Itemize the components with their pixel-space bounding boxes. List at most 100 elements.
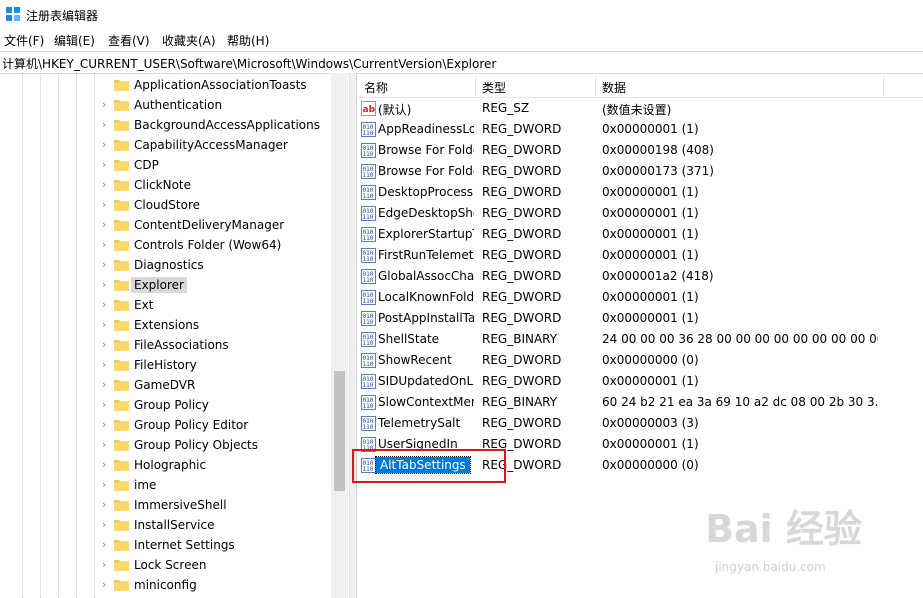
chevron-right-icon[interactable]: › [102,219,112,231]
tree-item[interactable]: › Explorer [0,275,330,295]
column-header-data[interactable]: 数据 [602,79,626,96]
tree-item[interactable]: › CapabilityAccessManager [0,135,330,155]
menu-favorites[interactable]: 收藏夹(A) [162,32,216,49]
chevron-right-icon[interactable]: › [102,319,112,331]
value-row[interactable]: 010110EdgeDesktopShortcutCreated REG_DWOR… [356,203,923,224]
menu-edit[interactable]: 编辑(E) [54,32,95,49]
folder-icon [114,300,129,311]
value-data: 0x00000001 (1) [602,311,699,325]
value-type: REG_BINARY [482,395,558,409]
tree-item[interactable]: › ClickNote [0,175,330,195]
column-header-type[interactable]: 类型 [482,79,506,96]
chevron-right-icon[interactable]: › [102,519,112,531]
tree-item[interactable]: › Controls Folder (Wow64) [0,235,330,255]
tree-scrollbar[interactable] [331,73,348,598]
tree-item[interactable]: › Internet Settings [0,535,330,555]
value-row[interactable]: 010110SIDUpdatedOnLibraries REG_DWORD 0x00… [356,371,923,392]
folder-icon [114,280,129,291]
value-row[interactable]: 010 110 ShowRecent REG_DWORD 0x00000000 (0) [356,350,923,371]
chevron-right-icon[interactable]: › [102,179,112,191]
menu-view[interactable]: 查看(V) [108,32,150,49]
tree-item[interactable]: › ime [0,475,330,495]
folder-icon [114,460,129,471]
value-row[interactable]: 010110PostAppInstallTasksCompleted REG_DW… [356,308,923,329]
value-row[interactable]: 010110Browse For Folder Height REG_DWORD 0… [356,140,923,161]
tree-item[interactable]: › Extensions [0,315,330,335]
column-separator[interactable] [595,75,596,95]
address-bar[interactable]: 计算机\HKEY_CURRENT_USER\Software\Microsoft… [0,51,923,74]
value-row[interactable]: 010110LocalKnownFoldersMigrated REG_DWORD… [356,287,923,308]
tree-item-label: InstallService [134,518,215,532]
chevron-right-icon[interactable]: › [102,539,112,551]
tree-item[interactable]: › Diagnostics [0,255,330,275]
value-row[interactable]: 010110Browse For Folder Width REG_DWORD 0x… [356,161,923,182]
value-name: GlobalAssocChangedCounter [378,269,474,283]
value-type: REG_DWORD [482,185,562,199]
list-header: 名称 类型 数据 [356,73,923,98]
chevron-right-icon[interactable]: › [102,339,112,351]
value-row[interactable]: 010 110 TelemetrySalt REG_DWORD 0x00000003 (… [356,413,923,434]
tree-item[interactable]: › FileAssociations [0,335,330,355]
address-path[interactable]: 计算机\HKEY_CURRENT_USER\Software\Microsoft… [2,55,496,72]
folder-icon [114,540,129,551]
value-type: REG_DWORD [482,248,562,262]
tree-item[interactable]: › Ext [0,295,330,315]
chevron-right-icon[interactable]: › [102,419,112,431]
value-row[interactable]: ab (默认) REG_SZ (数值未设置) [356,98,923,119]
column-header-name[interactable]: 名称 [364,79,388,96]
tree-item[interactable]: › BackgroundAccessApplications [0,115,330,135]
tree-item[interactable]: › Group Policy Editor [0,415,330,435]
tree-item[interactable]: › Group Policy [0,395,330,415]
value-row[interactable]: 010110AppReadinessLogonComplete REG_DWORD… [356,119,923,140]
tree-item[interactable]: › CloudStore [0,195,330,215]
tree-item[interactable]: › Lock Screen [0,555,330,575]
binary-value-icon: 010110 [361,395,376,410]
chevron-right-icon[interactable]: › [102,479,112,491]
chevron-right-icon[interactable]: › [102,299,112,311]
column-separator[interactable] [883,75,884,95]
chevron-right-icon[interactable]: › [102,559,112,571]
chevron-right-icon[interactable]: › [102,399,112,411]
tree-item[interactable]: › GameDVR [0,375,330,395]
svg-text:110: 110 [363,403,374,410]
tree-item[interactable]: › FileHistory [0,355,330,375]
value-row[interactable]: 010 110 ShellState REG_BINARY 24 00 00 00 36… [356,329,923,350]
value-row[interactable]: 010 110 DesktopProcess REG_DWORD 0x00000001 … [356,182,923,203]
chevron-right-icon[interactable]: › [102,139,112,151]
tree-item[interactable]: › InstallService [0,515,330,535]
chevron-right-icon[interactable]: › [102,379,112,391]
chevron-right-icon[interactable]: › [102,439,112,451]
tree-item[interactable]: › CDP [0,155,330,175]
tree-item[interactable]: › ImmersiveShell [0,495,330,515]
chevron-right-icon[interactable]: › [102,499,112,511]
value-row[interactable]: 010110GlobalAssocChangedCounter REG_DWORD… [356,266,923,287]
chevron-right-icon[interactable]: › [102,99,112,111]
chevron-right-icon[interactable]: › [102,459,112,471]
chevron-right-icon[interactable]: › [102,359,112,371]
value-name: TelemetrySalt [378,416,461,430]
tree-item[interactable]: › miniconfig [0,575,330,595]
chevron-right-icon[interactable]: › [102,579,112,591]
tree-item-label: Extensions [134,318,200,332]
column-separator[interactable] [475,75,476,95]
tree-item[interactable]: › ContentDeliveryManager [0,215,330,235]
tree-item[interactable]: › Group Policy Objects [0,435,330,455]
tree-item[interactable]: ApplicationAssociationToasts [0,75,330,95]
chevron-right-icon[interactable]: › [102,119,112,131]
chevron-right-icon[interactable]: › [102,239,112,251]
value-row[interactable]: 010110SlowContextMenuEntries REG_BINARY 60… [356,392,923,413]
chevron-right-icon[interactable]: › [102,159,112,171]
menu-file[interactable]: 文件(F) [4,32,44,49]
tree-item[interactable]: › Holographic [0,455,330,475]
menu-help[interactable]: 帮助(H) [227,32,269,49]
tree-item[interactable]: › Authentication [0,95,330,115]
value-row[interactable]: 010110ExplorerStartupTraceRecorded REG_DW… [356,224,923,245]
tree-scrollbar-thumb[interactable] [334,371,345,491]
value-type: REG_DWORD [482,269,562,283]
chevron-right-icon[interactable]: › [102,259,112,271]
chevron-right-icon[interactable]: › [102,199,112,211]
chevron-right-icon[interactable]: › [102,279,112,291]
value-data: 60 24 b2 21 ea 3a 69 10 a2 dc 08 00 2b 3… [602,395,878,409]
key-tree[interactable]: ApplicationAssociationToasts › Authenticat… [0,73,349,598]
value-row[interactable]: 010110FirstRunTelemetryComplete REG_DWORD… [356,245,923,266]
